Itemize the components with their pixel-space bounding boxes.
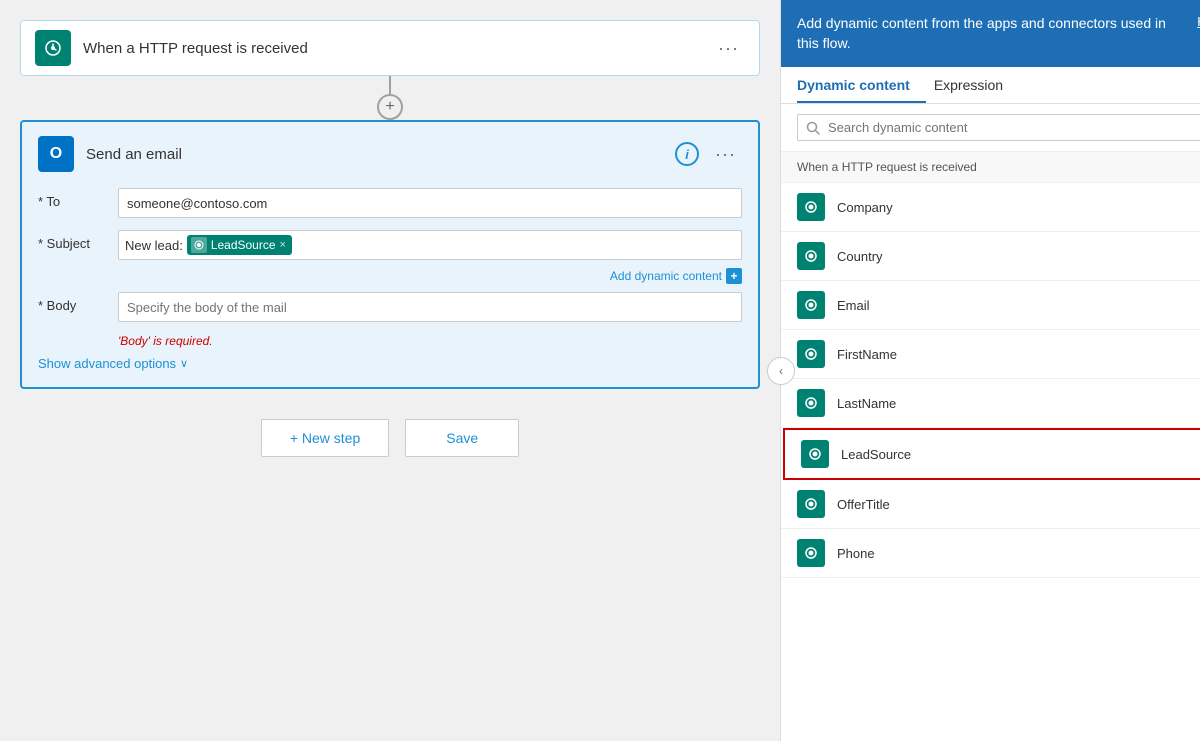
- info-button[interactable]: i: [675, 142, 699, 166]
- panel-header: Add dynamic content from the apps and co…: [781, 0, 1200, 67]
- item-label-phone: Phone: [837, 546, 875, 561]
- item-icon-country: [797, 242, 825, 270]
- item-icon-firstname: [797, 340, 825, 368]
- save-button[interactable]: Save: [405, 419, 519, 457]
- connector: +: [389, 76, 391, 120]
- add-step-button[interactable]: +: [377, 94, 403, 120]
- dynamic-item-country[interactable]: Country: [781, 232, 1200, 281]
- advanced-label: Show advanced options: [38, 356, 176, 371]
- token-label: LeadSource: [211, 238, 276, 252]
- item-icon-email: [797, 291, 825, 319]
- trigger-block: When a HTTP request is received ···: [20, 20, 760, 76]
- item-label-country: Country: [837, 249, 883, 264]
- add-dynamic-icon: +: [726, 268, 742, 284]
- to-input[interactable]: [118, 188, 742, 218]
- body-row: * Body: [38, 292, 742, 322]
- panel-tabs: Dynamic content Expression: [781, 67, 1200, 104]
- dynamic-item-lastname[interactable]: LastName: [781, 379, 1200, 428]
- action-block: O Send an email i ··· * To * Subject New…: [20, 120, 760, 389]
- dynamic-item-phone[interactable]: Phone: [781, 529, 1200, 578]
- trigger-title: When a HTTP request is received: [83, 40, 712, 57]
- section-header: When a HTTP request is received: [781, 152, 1200, 183]
- dynamic-item-company[interactable]: Company: [781, 183, 1200, 232]
- panel-collapse-button[interactable]: ‹: [767, 357, 795, 385]
- subject-field[interactable]: New lead: LeadSource ×: [118, 230, 742, 260]
- trigger-icon: [35, 30, 71, 66]
- token-close-button[interactable]: ×: [280, 239, 286, 251]
- add-dynamic-content-link[interactable]: Add dynamic content +: [610, 268, 742, 284]
- item-label-lastname: LastName: [837, 396, 896, 411]
- add-dynamic-label: Add dynamic content: [610, 269, 722, 283]
- token-icon: [191, 237, 207, 253]
- item-label-leadsource: LeadSource: [841, 447, 911, 462]
- item-icon-offertitle: [797, 490, 825, 518]
- new-step-button[interactable]: + New step: [261, 419, 389, 457]
- item-label-offertitle: OfferTitle: [837, 497, 890, 512]
- subject-label: * Subject: [38, 230, 118, 251]
- show-advanced-options-link[interactable]: Show advanced options ∨: [38, 356, 742, 371]
- outlook-icon: O: [38, 136, 74, 172]
- item-icon-lastname: [797, 389, 825, 417]
- item-label-email: Email: [837, 298, 870, 313]
- dynamic-content-list: Company Country Email FirstName LastName…: [781, 183, 1200, 583]
- subject-row: * Subject New lead: LeadSource ×: [38, 230, 742, 260]
- buttons-row: + New step Save: [261, 419, 519, 457]
- action-ellipsis-button[interactable]: ···: [709, 140, 742, 169]
- advanced-options-row: Show advanced options ∨: [38, 356, 742, 371]
- search-icon: [806, 121, 820, 135]
- body-error: 'Body' is required.: [118, 334, 742, 348]
- tab-dynamic-content[interactable]: Dynamic content: [797, 67, 926, 103]
- chevron-down-icon: ∨: [180, 357, 188, 370]
- action-title: Send an email: [86, 146, 675, 163]
- item-label-firstname: FirstName: [837, 347, 897, 362]
- item-label-company: Company: [837, 200, 893, 215]
- panel-header-text: Add dynamic content from the apps and co…: [797, 14, 1185, 53]
- tab-expression[interactable]: Expression: [934, 67, 1019, 103]
- search-box: [797, 114, 1200, 141]
- to-row: * To: [38, 188, 742, 218]
- body-input[interactable]: [118, 292, 742, 322]
- action-header: O Send an email i ···: [38, 136, 742, 172]
- dynamic-item-firstname[interactable]: FirstName: [781, 330, 1200, 379]
- to-label: * To: [38, 188, 118, 209]
- item-icon-leadsource: [801, 440, 829, 468]
- lead-source-token[interactable]: LeadSource ×: [187, 235, 292, 255]
- item-icon-company: [797, 193, 825, 221]
- dynamic-item-email[interactable]: Email: [781, 281, 1200, 330]
- search-container: [781, 104, 1200, 152]
- main-canvas: When a HTTP request is received ··· + O …: [0, 0, 780, 741]
- trigger-ellipsis-button[interactable]: ···: [712, 34, 745, 63]
- body-label: * Body: [38, 292, 118, 313]
- search-dynamic-content-input[interactable]: [828, 120, 1200, 135]
- dynamic-content-panel: ‹ Add dynamic content from the apps and …: [780, 0, 1200, 741]
- item-icon-phone: [797, 539, 825, 567]
- dynamic-item-leadsource[interactable]: LeadSource: [783, 428, 1200, 480]
- connector-line-top: [389, 76, 391, 92]
- subject-prefix: New lead:: [125, 238, 183, 253]
- dynamic-item-offertitle[interactable]: OfferTitle: [781, 480, 1200, 529]
- add-dynamic-row: Add dynamic content +: [38, 268, 742, 284]
